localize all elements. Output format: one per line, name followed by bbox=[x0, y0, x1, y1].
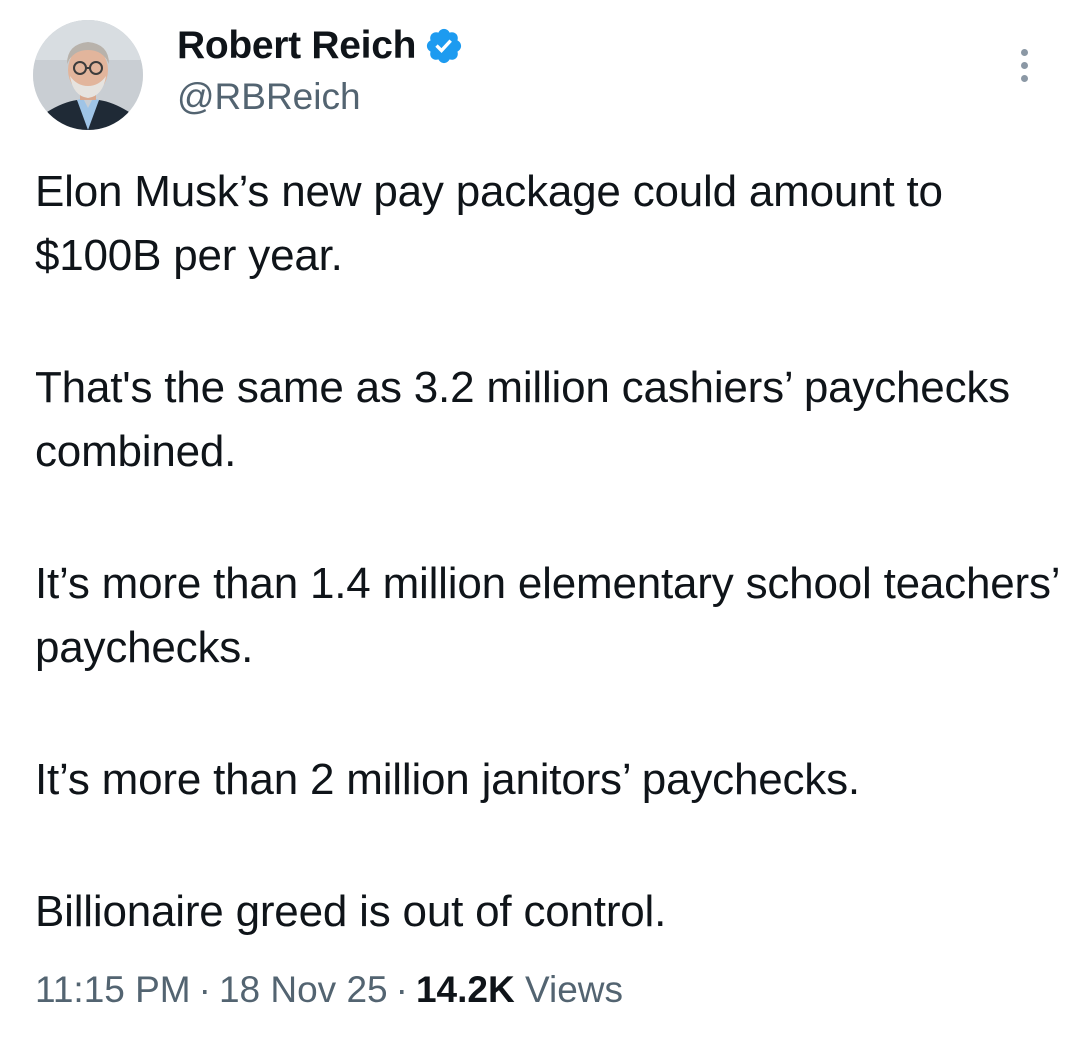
tweet-text: Elon Musk’s new pay package could amount… bbox=[35, 160, 1060, 944]
author-name-row[interactable]: Robert Reich bbox=[177, 22, 464, 70]
tweet-paragraph: That's the same as 3.2 million cashiers’… bbox=[35, 363, 1010, 476]
views-label: Views bbox=[524, 969, 623, 1010]
author-handle[interactable]: @RBReich bbox=[177, 74, 361, 120]
tweet-date: 18 Nov 25 bbox=[218, 969, 388, 1010]
verified-badge-icon[interactable] bbox=[424, 26, 464, 66]
meta-separator: · bbox=[198, 969, 211, 1010]
tweet-paragraph: It’s more than 2 million janitors’ paych… bbox=[35, 755, 860, 804]
more-vertical-icon bbox=[1020, 74, 1028, 82]
views-count: 14.2K bbox=[415, 969, 515, 1010]
tweet-paragraph: Elon Musk’s new pay package could amount… bbox=[35, 167, 943, 280]
more-options-button[interactable] bbox=[1008, 40, 1040, 90]
more-vertical-icon bbox=[1020, 48, 1028, 56]
tweet-time-link[interactable]: 11:15 PM · 18 Nov 25 bbox=[35, 969, 388, 1010]
meta-separator: · bbox=[395, 969, 408, 1010]
author-avatar[interactable] bbox=[33, 20, 143, 130]
views-link[interactable]: 14.2K Views bbox=[416, 969, 623, 1010]
tweet-time: 11:15 PM bbox=[35, 969, 191, 1010]
tweet-card: Robert Reich @RBReich Elon Musk’s new pa… bbox=[0, 0, 1080, 1040]
profile-photo-icon bbox=[33, 20, 143, 130]
tweet-meta: 11:15 PM · 18 Nov 25 · 14.2K Views bbox=[35, 962, 623, 1018]
author-display-name[interactable]: Robert Reich bbox=[177, 22, 416, 70]
tweet-paragraph: It’s more than 1.4 million elementary sc… bbox=[35, 559, 1059, 672]
tweet-paragraph: Billionaire greed is out of control. bbox=[35, 887, 667, 936]
more-vertical-icon bbox=[1020, 61, 1028, 69]
